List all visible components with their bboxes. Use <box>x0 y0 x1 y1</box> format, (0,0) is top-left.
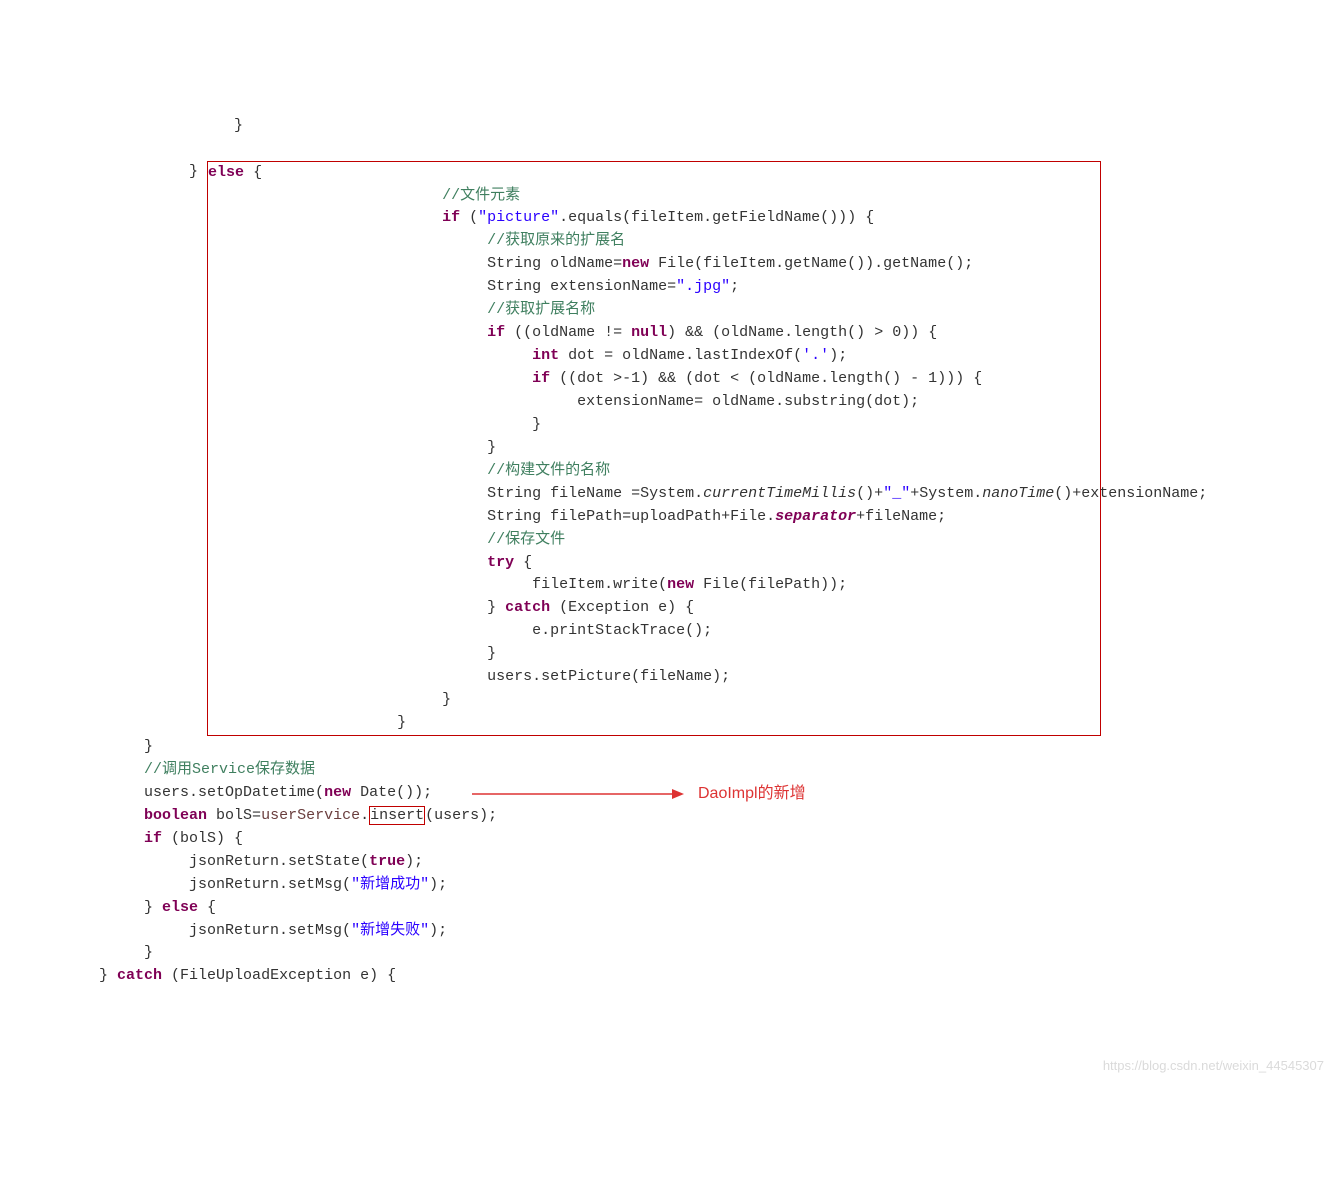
keyword-else: else <box>208 164 244 181</box>
highlighted-insert: insert <box>369 806 425 825</box>
code-line: } <box>0 163 207 180</box>
annotation-label: DaoImpl的新增 <box>698 782 806 806</box>
code-line: } <box>0 117 243 134</box>
watermark: https://blog.csdn.net/weixin_44545307 <box>1103 1056 1324 1076</box>
comment: //文件元素 <box>442 187 520 204</box>
annotation-arrow <box>472 784 692 804</box>
code-block: } } else { //文件元素 if ("picture".equals(f… <box>0 92 1336 1080</box>
